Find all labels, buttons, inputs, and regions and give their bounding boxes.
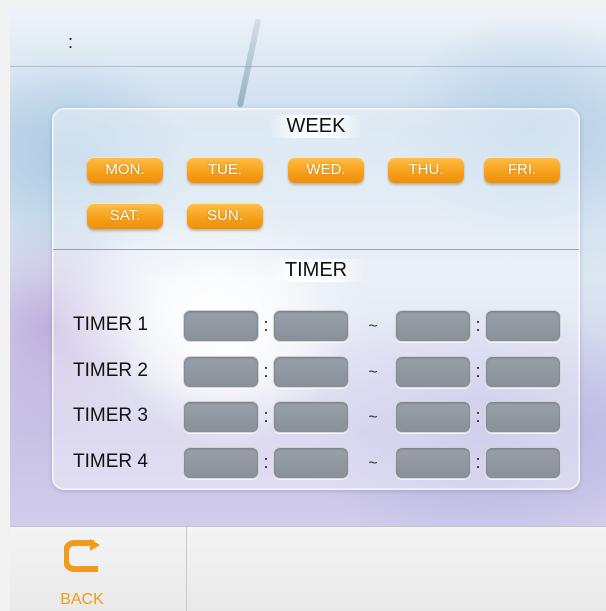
timer-1-end-colon: : — [475, 315, 481, 335]
day-button-mon[interactable]: MON. — [87, 157, 163, 183]
screen: : WEEK MON. TUE. WED. THU. FRI. SAT. SUN… — [10, 8, 606, 611]
bottom-bar-divider — [186, 527, 187, 611]
timer-2-range-separator: ~ — [368, 364, 378, 381]
timer-4-start-colon: : — [263, 452, 269, 472]
day-button-fri[interactable]: FRI. — [484, 157, 560, 183]
timer-3-start-minute[interactable] — [273, 401, 349, 433]
day-button-tue[interactable]: TUE. — [187, 157, 263, 183]
timer-1-end-minute[interactable] — [485, 310, 561, 342]
timer-4-end-hour[interactable] — [395, 447, 471, 479]
timer-4-start-minute[interactable] — [273, 447, 349, 479]
schedule-panel: WEEK MON. TUE. WED. THU. FRI. SAT. SUN. … — [52, 108, 580, 490]
section-divider — [53, 249, 579, 250]
bottom-bar: BACK — [10, 526, 606, 611]
timer-3-start-colon: : — [263, 406, 269, 426]
back-arrow-icon — [64, 539, 100, 572]
timer-2-label: TIMER 2 — [73, 360, 148, 381]
time-colon: : — [68, 32, 74, 52]
timer-4-end-colon: : — [475, 452, 481, 472]
timer-3-range-separator: ~ — [368, 409, 378, 426]
timer-4-start-hour[interactable] — [183, 447, 259, 479]
week-section-title: WEEK — [53, 115, 579, 138]
timer-3-start-hour[interactable] — [183, 401, 259, 433]
timer-2-end-colon: : — [475, 361, 481, 381]
timer-3-label: TIMER 3 — [73, 405, 148, 426]
back-button[interactable]: BACK — [50, 533, 130, 609]
timer-4-range-separator: ~ — [368, 455, 378, 472]
back-label: BACK — [60, 591, 104, 608]
timer-section-title: TIMER — [53, 259, 579, 282]
timer-title: TIMER — [266, 259, 366, 282]
timer-1-end-hour[interactable] — [395, 310, 471, 342]
day-button-wed[interactable]: WED. — [288, 157, 364, 183]
timer-2-start-hour[interactable] — [183, 356, 259, 388]
day-button-sat[interactable]: SAT. — [87, 203, 163, 229]
timer-4-label: TIMER 4 — [73, 451, 148, 472]
day-button-sun[interactable]: SUN. — [187, 203, 263, 229]
timer-1-range-separator: ~ — [368, 318, 378, 335]
day-button-thu[interactable]: THU. — [388, 157, 464, 183]
week-title: WEEK — [268, 115, 364, 138]
timer-1-start-minute[interactable] — [273, 310, 349, 342]
timer-2-start-colon: : — [263, 361, 269, 381]
timer-3-end-minute[interactable] — [485, 401, 561, 433]
timer-3-end-hour[interactable] — [395, 401, 471, 433]
timer-2-start-minute[interactable] — [273, 356, 349, 388]
timer-1-label: TIMER 1 — [73, 314, 148, 335]
timer-2-end-minute[interactable] — [485, 356, 561, 388]
timer-1-start-colon: : — [263, 315, 269, 335]
timer-2-end-hour[interactable] — [395, 356, 471, 388]
timer-1-start-hour[interactable] — [183, 310, 259, 342]
timer-3-end-colon: : — [475, 406, 481, 426]
top-bar: : — [10, 8, 606, 67]
timer-4-end-minute[interactable] — [485, 447, 561, 479]
